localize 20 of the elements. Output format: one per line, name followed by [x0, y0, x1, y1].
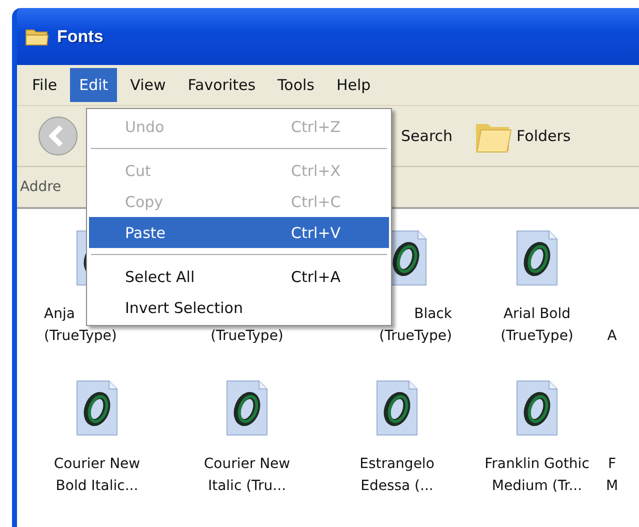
- file-name: M: [606, 477, 618, 496]
- file-name: Italic (Tru...: [208, 477, 286, 496]
- file-name: Medium (Tr...: [492, 477, 582, 496]
- file-name: Anja: [44, 305, 75, 324]
- address-label: Addre: [20, 179, 62, 195]
- file-name: Bold Italic...: [56, 477, 138, 496]
- file-name: (TrueType): [379, 327, 452, 346]
- file-name: Black: [414, 305, 452, 324]
- file-name: Courier New: [204, 455, 290, 474]
- file-name: F: [608, 455, 616, 474]
- file-name: Courier New: [54, 455, 140, 474]
- window-title: Fonts: [57, 26, 104, 46]
- file-name: (TrueType): [210, 327, 284, 346]
- file-name: A: [607, 327, 617, 346]
- file-name: (TrueType): [500, 327, 574, 346]
- file-name: (TrueType): [44, 327, 117, 346]
- file-name: Estrangelo: [360, 455, 434, 474]
- file-name: Arial Bold: [503, 305, 571, 324]
- file-name: Franklin Gothic: [484, 455, 590, 474]
- file-name: Edessa (...: [360, 477, 434, 496]
